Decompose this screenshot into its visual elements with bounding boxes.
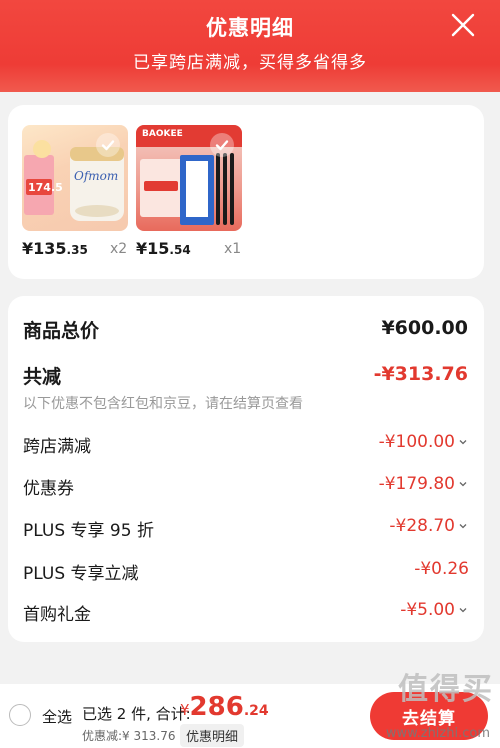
price-detail-card: 商品总价 ¥600.00 共减 -¥313.76 以下优惠不包含红包和京豆，请在…	[8, 296, 484, 642]
product-image: Ofmom 174.5	[22, 125, 128, 231]
page-subtitle: 已享跨店满减，买得多省得多	[133, 53, 367, 73]
select-all-radio[interactable]	[9, 704, 31, 726]
product-brand-text: BAOKEE	[142, 129, 183, 139]
selected-check-badge	[96, 133, 120, 157]
products-card: Ofmom 174.5 ¥135.35 x2 BAOKEE ¥15.54 x1	[8, 105, 484, 279]
discount-row-plus-95[interactable]: -¥28.70	[389, 516, 468, 536]
watermark-url: www.zhizhi.com	[385, 726, 490, 741]
chevron-down-icon	[459, 608, 467, 613]
discount-detail-button[interactable]: 优惠明细	[180, 724, 245, 747]
selected-check-badge	[210, 133, 234, 157]
product-image: BAOKEE	[136, 125, 242, 231]
chevron-down-icon	[459, 440, 467, 445]
product-item[interactable]: Ofmom 174.5 ¥135.35 x2	[22, 125, 132, 258]
product-brand-text: Ofmom	[74, 169, 119, 183]
product-price: ¥135.35	[22, 239, 88, 258]
chevron-down-icon	[459, 524, 467, 529]
select-all-label[interactable]: 全选	[42, 706, 72, 727]
product-item[interactable]: BAOKEE ¥15.54 x1	[136, 125, 246, 258]
total-reduce-value: -¥313.76	[373, 363, 468, 385]
discount-label-coupon: 优惠券	[23, 479, 74, 499]
discount-label-first-gift: 首购礼金	[23, 605, 91, 625]
checkout-discount-text: 优惠减:¥ 313.76	[82, 729, 176, 743]
check-icon	[215, 140, 229, 151]
discount-note: 以下优惠不包含红包和京豆，请在结算页查看	[23, 396, 303, 412]
discount-row-coupon[interactable]: -¥179.80	[379, 474, 468, 494]
discount-row-plus-reduce: -¥0.26	[414, 559, 469, 579]
product-quantity: x1	[224, 241, 242, 257]
product-price: ¥15.54	[136, 239, 191, 258]
page-title: 优惠明细	[206, 16, 294, 40]
check-icon	[101, 140, 115, 151]
discount-label-plus-95: PLUS 专享 95 折	[23, 521, 154, 541]
product-quantity: x2	[110, 241, 128, 257]
total-reduce-label: 共减	[23, 366, 62, 388]
total-price-label: 商品总价	[23, 320, 100, 342]
watermark-logo: 值得买	[398, 672, 494, 707]
total-price-value: ¥600.00	[381, 317, 468, 339]
checkout-total-price: ¥286.24	[180, 692, 269, 722]
discount-label-plus-reduce: PLUS 专享立减	[23, 564, 139, 584]
discount-label-cross-store: 跨店满减	[23, 437, 91, 457]
discount-detail-header: 优惠明细 已享跨店满减，买得多省得多	[0, 0, 500, 92]
discount-row-cross-store[interactable]: -¥100.00	[379, 432, 468, 452]
discount-row-first-gift[interactable]: -¥5.00	[400, 600, 468, 620]
product-badge-text: 174.5	[28, 181, 63, 194]
chevron-down-icon	[459, 482, 467, 487]
close-icon	[451, 13, 475, 37]
selected-count-text: 已选 2 件, 合计:	[82, 705, 191, 723]
close-button[interactable]	[450, 12, 476, 38]
